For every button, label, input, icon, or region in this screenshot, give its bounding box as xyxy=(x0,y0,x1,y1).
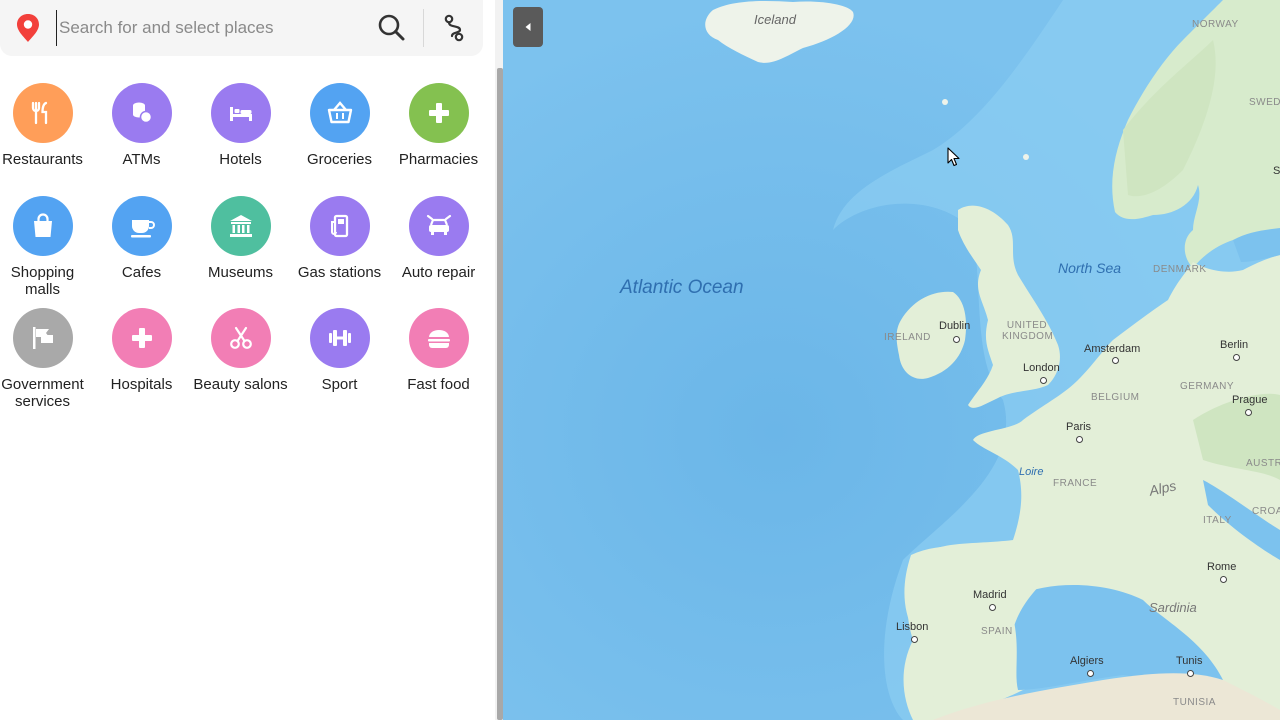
category-label: Auto repair xyxy=(401,264,476,281)
city-dot-algiers xyxy=(1087,670,1094,677)
category-label: Cafes xyxy=(121,264,162,281)
country-label-sweden: SWEDEN xyxy=(1249,97,1280,108)
search-input[interactable] xyxy=(56,10,364,46)
category-fast-food[interactable]: Fast food xyxy=(389,308,488,393)
ocean-label: Atlantic Ocean xyxy=(620,277,744,298)
car-repair-icon xyxy=(408,196,469,256)
category-label: Groceries xyxy=(306,151,373,168)
mouse-cursor-icon xyxy=(947,147,960,167)
city-dot-lisbon xyxy=(911,636,918,643)
sea-label: North Sea xyxy=(1058,260,1122,276)
category-gas-stations[interactable]: Gas stations xyxy=(290,196,389,281)
city-dot-tunis xyxy=(1187,670,1194,677)
location-pin-icon xyxy=(17,14,39,42)
country-label-denmark: DENMARK xyxy=(1153,264,1207,275)
city-label-dublin: Dublin xyxy=(939,320,971,332)
burger-icon xyxy=(408,308,469,368)
category-label: Restaurants xyxy=(2,151,83,168)
bed-icon xyxy=(210,83,271,143)
city-label-lisbon: Lisbon xyxy=(896,621,929,633)
city-label-rome: Rome xyxy=(1207,561,1237,573)
city-label-prague: Prague xyxy=(1232,394,1268,406)
city-label-berlin: Berlin xyxy=(1220,339,1249,351)
country-label-ireland: IRELAND xyxy=(884,332,931,343)
country-label-norway: NORWAY xyxy=(1192,19,1239,30)
category-pharmacies[interactable]: Pharmacies xyxy=(389,83,488,168)
city-label-london: London xyxy=(1023,362,1060,374)
cup-icon xyxy=(111,196,172,256)
category-label: Fast food xyxy=(407,376,470,393)
arrow-left-icon xyxy=(525,23,531,31)
shopping-bag-icon xyxy=(12,196,73,256)
museum-icon xyxy=(210,196,271,256)
city-dot-prague xyxy=(1245,409,1252,416)
category-label: Pharmacies xyxy=(398,151,479,168)
category-label: ATMs xyxy=(122,151,161,168)
category-museums[interactable]: Museums xyxy=(191,196,290,281)
city-label-tunis: Tunis xyxy=(1176,655,1203,667)
city-dot-madrid xyxy=(989,604,996,611)
plus-icon xyxy=(408,83,469,143)
category-shopping-malls[interactable]: Shopping malls xyxy=(0,196,92,298)
basket-icon xyxy=(309,83,370,143)
city-label-algiers: Algiers xyxy=(1070,655,1104,667)
category-groceries[interactable]: Groceries xyxy=(290,83,389,168)
country-label-tunisia: TUNISIA xyxy=(1173,697,1216,708)
category-label: Government services xyxy=(1,376,84,410)
map[interactable]: Atlantic Ocean North Sea Loire Iceland N… xyxy=(503,0,1280,720)
country-label-france: FRANCE xyxy=(1053,478,1098,489)
category-auto-repair[interactable]: Auto repair xyxy=(389,196,488,281)
city-dot-rome xyxy=(1220,576,1227,583)
category-label: Sport xyxy=(321,376,358,393)
collapse-panel-button[interactable] xyxy=(513,7,543,47)
dumbbell-icon xyxy=(309,308,370,368)
category-hotels[interactable]: Hotels xyxy=(191,83,290,168)
search-separator xyxy=(423,9,424,47)
category-label: Shopping malls xyxy=(10,264,75,298)
search-icon[interactable] xyxy=(376,12,408,44)
search-bar xyxy=(0,0,483,56)
category-beauty-salons[interactable]: Beauty salons xyxy=(191,308,290,393)
country-label-germany: GERMANY xyxy=(1180,381,1235,392)
flag-icon xyxy=(12,308,73,368)
category-cafes[interactable]: Cafes xyxy=(92,196,191,281)
category-label: Beauty salons xyxy=(193,376,288,393)
city-dot-paris xyxy=(1076,436,1083,443)
category-label: Hospitals xyxy=(110,376,173,393)
city-label-paris: Paris xyxy=(1066,421,1092,433)
plus-icon xyxy=(111,308,172,368)
category-label: Gas stations xyxy=(297,264,382,281)
city-dot-london xyxy=(1040,377,1047,384)
country-label-croatia: CROA xyxy=(1252,506,1280,517)
city-dot-amsterdam xyxy=(1112,357,1119,364)
category-hospitals[interactable]: Hospitals xyxy=(92,308,191,393)
country-label-belgium: BELGIUM xyxy=(1091,392,1140,403)
category-sport[interactable]: Sport xyxy=(290,308,389,393)
city-dot-dublin xyxy=(953,336,960,343)
fork-knife-icon xyxy=(12,83,73,143)
category-government-services[interactable]: Government services xyxy=(0,308,92,410)
category-label: Museums xyxy=(207,264,274,281)
country-label-italy: ITALY xyxy=(1203,515,1232,526)
region-label-sardinia: Sardinia xyxy=(1149,600,1197,615)
city-label-madrid: Madrid xyxy=(973,589,1007,601)
coins-icon xyxy=(111,83,172,143)
city-label-amsterdam: Amsterdam xyxy=(1084,343,1141,355)
fuel-icon xyxy=(309,196,370,256)
scissors-icon xyxy=(210,308,271,368)
country-label-iceland: Iceland xyxy=(754,12,796,27)
category-label: Hotels xyxy=(219,151,262,168)
city-dot-berlin xyxy=(1233,354,1240,361)
city-label-edge: S xyxy=(1273,165,1280,177)
country-label-spain: SPAIN xyxy=(981,626,1013,637)
category-restaurants[interactable]: Restaurants xyxy=(0,83,92,168)
river-label: Loire xyxy=(1019,466,1044,478)
category-atms[interactable]: ATMs xyxy=(92,83,191,168)
country-label-austria: AUSTRIA xyxy=(1246,458,1280,469)
search-panel: Restaurants ATMs Hotels Groceries Pharmacies… xyxy=(0,0,503,720)
route-icon[interactable] xyxy=(438,12,470,44)
country-label-uk: UNITED KINGDOM xyxy=(1002,320,1054,342)
